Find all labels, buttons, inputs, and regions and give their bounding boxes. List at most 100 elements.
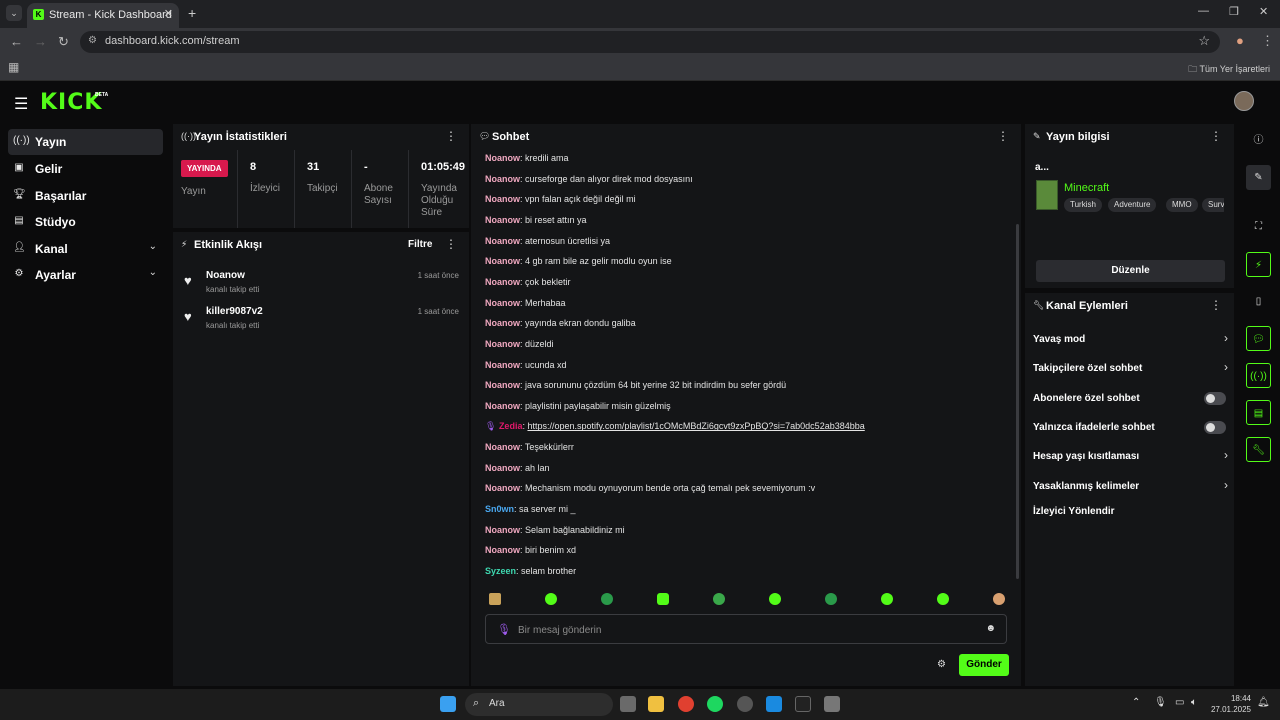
profile-icon[interactable]: ●	[1236, 33, 1244, 48]
chat-username[interactable]: Sn0wn	[485, 504, 514, 514]
chat-username[interactable]: Noanow	[485, 298, 520, 308]
skype-icon[interactable]	[766, 696, 782, 712]
emote-icon[interactable]	[489, 593, 501, 605]
emote-icon[interactable]	[993, 593, 1005, 605]
omnibox[interactable]: ⚙ dashboard.kick.com/stream ☆	[80, 31, 1220, 53]
sidebar-item-ayarlar[interactable]: ⚙ Ayarlar ⌄	[8, 262, 163, 288]
chat-username[interactable]: Noanow	[485, 545, 520, 555]
chat-username[interactable]: Noanow	[485, 401, 520, 411]
wrench-icon[interactable]: 🔧︎	[1246, 437, 1271, 462]
chat-settings-gear-icon[interactable]: ⚙	[937, 659, 946, 670]
browser-menu-icon[interactable]: ⋮	[1261, 33, 1274, 49]
apps-grid-icon[interactable]: ▦	[8, 60, 19, 74]
steam-icon[interactable]	[737, 696, 753, 712]
chat-username[interactable]: Noanow	[485, 483, 520, 493]
emote-icon[interactable]	[657, 593, 669, 605]
chat-bubble-icon[interactable]: 💬︎	[1246, 326, 1271, 351]
edit-button[interactable]: Düzenle	[1036, 260, 1225, 282]
minecraft-icon[interactable]	[824, 696, 840, 712]
reload-icon[interactable]: ↻	[58, 34, 69, 50]
chat-username[interactable]: Noanow	[485, 442, 520, 452]
back-icon[interactable]: ←	[10, 34, 23, 49]
capture-icon[interactable]: ⛶	[1246, 214, 1271, 239]
mod-tools-icon[interactable]: ▤	[1246, 400, 1271, 425]
sidebar-item-yayin[interactable]: ((·)) Yayın	[8, 129, 163, 155]
chat-username[interactable]: Zedia	[499, 421, 523, 431]
avatar[interactable]	[1234, 91, 1254, 111]
kebab-menu-icon[interactable]: ⋮	[1210, 298, 1222, 312]
windows-start-icon[interactable]	[440, 696, 456, 712]
banned-words-action[interactable]: Yasaklanmış kelimeler ›	[1033, 477, 1228, 497]
chat-username[interactable]: Noanow	[485, 236, 520, 246]
filter-button[interactable]: Filtre	[408, 239, 432, 250]
edit-icon[interactable]: ✎	[1246, 165, 1271, 190]
chat-username[interactable]: Noanow	[485, 256, 520, 266]
chrome-icon[interactable]	[678, 696, 694, 712]
kick-logo[interactable]: KICK	[40, 90, 102, 115]
volume-icon[interactable]: 🔈︎	[1191, 697, 1197, 708]
chat-username[interactable]: Noanow	[485, 153, 520, 163]
chat-username[interactable]: Noanow	[485, 339, 520, 349]
tab-close-icon[interactable]: ✕	[164, 7, 173, 20]
emotes-only-toggle[interactable]	[1204, 421, 1226, 434]
new-tab-icon[interactable]: +	[188, 5, 196, 21]
chat-username[interactable]: Noanow	[485, 318, 520, 328]
mic-icon[interactable]: 🎙︎	[1154, 697, 1167, 708]
network-icon[interactable]: ▭	[1175, 697, 1184, 708]
clipboard-icon[interactable]: ▯	[1246, 289, 1271, 314]
chat-message-input[interactable]	[518, 621, 958, 639]
chat-username[interactable]: Syzeen	[485, 566, 516, 576]
file-explorer-icon[interactable]	[648, 696, 664, 712]
emote-icon[interactable]	[601, 593, 613, 605]
spotify-icon[interactable]	[707, 696, 723, 712]
app-icon[interactable]	[795, 696, 811, 712]
emote-icon[interactable]	[937, 593, 949, 605]
sidebar-item-studyo[interactable]: ▤ Stüdyo	[8, 209, 163, 235]
info-icon[interactable]: ⓘ	[1246, 128, 1271, 153]
emote-icon[interactable]	[825, 593, 837, 605]
site-info-icon[interactable]: ⚙	[88, 35, 97, 46]
chat-link[interactable]: https://open.spotify.com/playlist/1cOMcM…	[527, 421, 864, 431]
emoji-picker-icon[interactable]: ☻	[985, 623, 996, 634]
all-bookmarks-link[interactable]: 🗀 Tüm Yer İşaretleri	[1188, 62, 1270, 78]
game-thumbnail[interactable]	[1036, 180, 1058, 210]
send-button[interactable]: Gönder	[959, 654, 1009, 676]
kebab-menu-icon[interactable]: ⋮	[445, 129, 457, 143]
bookmark-star-icon[interactable]: ☆	[1198, 33, 1210, 49]
followers-only-action[interactable]: Takipçilere özel sohbet ›	[1033, 359, 1228, 379]
window-close-icon[interactable]: ✕	[1259, 5, 1268, 18]
emote-icon[interactable]	[769, 593, 781, 605]
account-age-action[interactable]: Hesap yaşı kısıtlaması ›	[1033, 447, 1228, 467]
kebab-menu-icon[interactable]: ⋮	[445, 237, 457, 251]
sidebar-item-basarilar[interactable]: 🏆︎ Başarılar	[8, 183, 163, 209]
emote-icon[interactable]	[881, 593, 893, 605]
chat-username[interactable]: Noanow	[485, 194, 520, 204]
raid-action[interactable]: İzleyici Yönlendir	[1033, 502, 1228, 522]
chat-username[interactable]: Noanow	[485, 277, 520, 287]
lightning-icon[interactable]: ⚡︎	[1246, 252, 1271, 277]
chat-username[interactable]: Noanow	[485, 174, 520, 184]
chat-username[interactable]: Noanow	[485, 463, 520, 473]
chat-username[interactable]: Noanow	[485, 215, 520, 225]
subscribers-only-toggle[interactable]	[1204, 392, 1226, 405]
activity-user[interactable]: killer9087v2	[206, 306, 263, 317]
slow-mode-action[interactable]: Yavaş mod ›	[1033, 330, 1228, 350]
taskbar-search[interactable]: ⌕ Ara	[465, 693, 613, 716]
taskbar-clock[interactable]: 18:44 27.01.2025	[1211, 693, 1251, 715]
emote-icon[interactable]	[713, 593, 725, 605]
hamburger-menu-icon[interactable]: ☰	[14, 94, 28, 114]
activity-user[interactable]: Noanow	[206, 270, 245, 281]
sidebar-item-kanal[interactable]: 👤︎ Kanal ⌄	[8, 236, 163, 262]
notification-bell-icon[interactable]: 🔔︎	[1257, 697, 1270, 708]
restore-icon[interactable]: ❐	[1229, 5, 1239, 18]
minimize-icon[interactable]: —	[1198, 5, 1209, 17]
chat-username[interactable]: Noanow	[485, 360, 520, 370]
chat-scrollbar[interactable]	[1016, 224, 1019, 579]
sidebar-item-gelir[interactable]: ▣ Gelir	[8, 156, 163, 182]
forward-icon[interactable]: →	[34, 34, 47, 49]
tray-overflow-icon[interactable]: ⌃	[1132, 697, 1140, 708]
browser-tab[interactable]: K Stream - Kick Dashboard ✕	[27, 3, 179, 28]
chat-username[interactable]: Noanow	[485, 380, 520, 390]
emote-icon[interactable]	[545, 593, 557, 605]
kebab-menu-icon[interactable]: ⋮	[997, 129, 1009, 143]
